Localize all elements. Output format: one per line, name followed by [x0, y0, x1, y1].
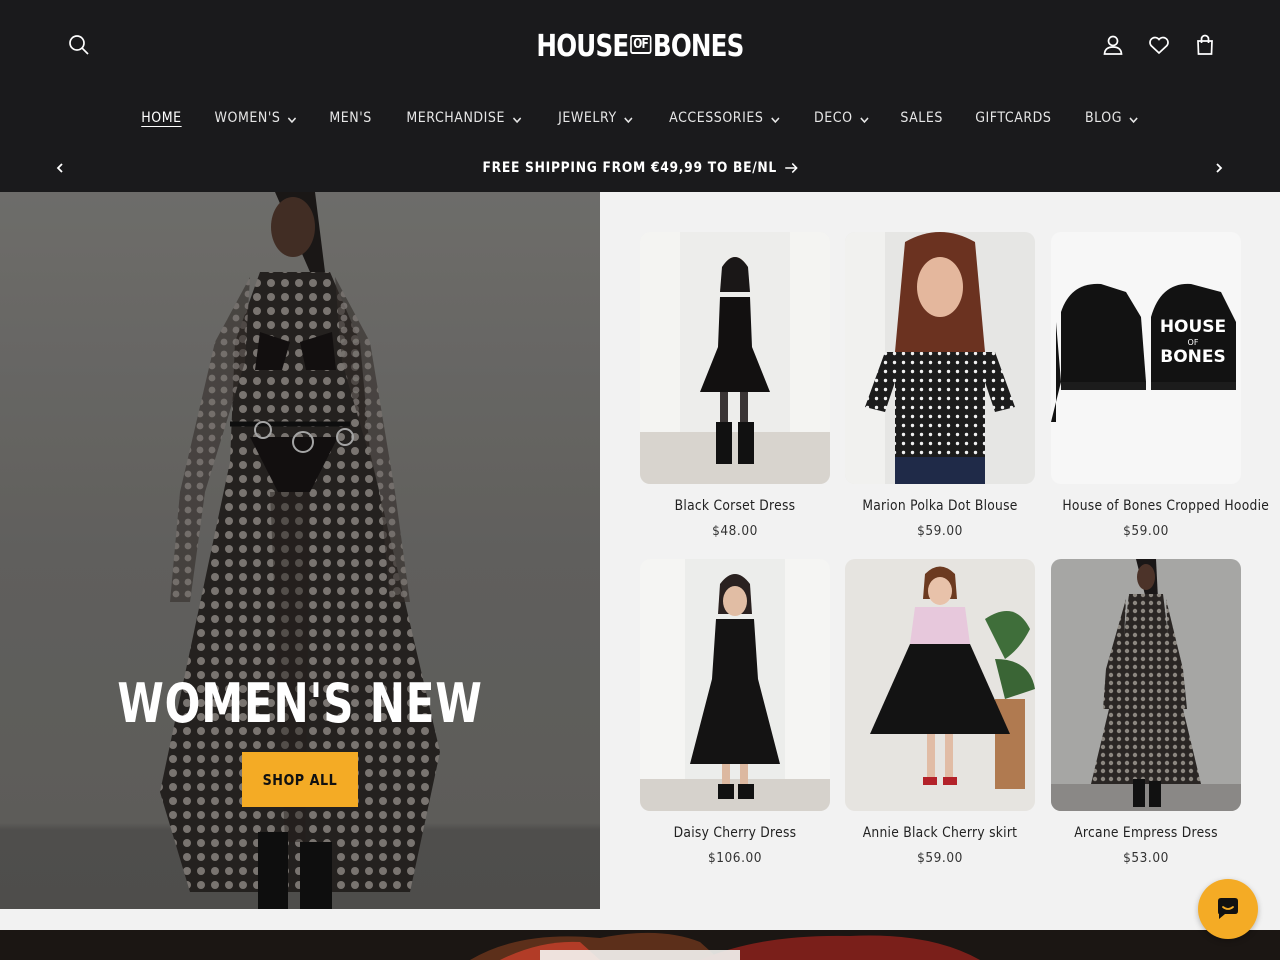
product-card[interactable]: Arcane Empress Dress $53.00 [1051, 559, 1241, 866]
nav-label: SALES [900, 110, 944, 126]
arrow-right-icon [784, 162, 798, 174]
product-image[interactable] [640, 559, 830, 811]
product-grid: Black Corset Dress $48.00 Marion Polka D… [600, 192, 1280, 909]
chevron-right-icon [1216, 163, 1223, 173]
site-header: HOUSE OF BONES [0, 0, 1280, 92]
product-price: $59.00 [1123, 523, 1169, 539]
svg-text:OF: OF [1188, 338, 1199, 347]
hero-banner: WOMEN'S NEW SHOP ALL [0, 192, 600, 909]
announcement-text: FREE SHIPPING FROM €49,99 TO BE/NL [482, 160, 777, 176]
chevron-down-icon [287, 113, 296, 124]
product-price: $106.00 [707, 850, 763, 866]
product-title[interactable]: Black Corset Dress [651, 498, 818, 514]
chevron-down-icon [770, 113, 779, 124]
product-card[interactable]: Annie Black Cherry skirt $59.00 [845, 559, 1035, 866]
product-price: $59.00 [917, 523, 963, 539]
nav-label: GIFTCARDS [975, 110, 1052, 126]
product-title[interactable]: Annie Black Cherry skirt [856, 825, 1023, 841]
product-card[interactable]: HOUSE OF BONES House of Bones Cropped Ho… [1051, 232, 1269, 539]
nav-item-accessories[interactable]: ACCESSORIES [657, 110, 791, 126]
search-icon[interactable] [62, 28, 96, 62]
nav-item-giftcards[interactable]: GIFTCARDS [964, 110, 1064, 126]
nav-label: BLOG [1085, 110, 1123, 126]
product-title[interactable]: House of Bones Cropped Hoodie [1062, 498, 1268, 514]
chevron-left-icon [56, 163, 63, 173]
product-card[interactable]: Marion Polka Dot Blouse $59.00 [845, 232, 1035, 539]
product-image[interactable] [640, 232, 830, 484]
nav-item-home[interactable]: HOME [129, 110, 193, 126]
product-price: $53.00 [1123, 850, 1169, 866]
nav-label: JEWELRY [557, 110, 617, 126]
chevron-down-icon [512, 113, 521, 124]
chevron-down-icon [1129, 113, 1138, 124]
chevron-down-icon [860, 113, 869, 124]
nav-item-blog[interactable]: BLOG [1073, 110, 1150, 126]
nav-item-jewelry[interactable]: JEWELRY [546, 110, 644, 126]
shop-all-button[interactable]: SHOP ALL [242, 752, 358, 807]
nav-label: ACCESSORIES [668, 110, 763, 126]
user-icon[interactable] [1096, 28, 1130, 62]
product-card[interactable]: Daisy Cherry Dress $106.00 [640, 559, 830, 866]
hero-title: WOMEN'S NEW [117, 672, 483, 735]
next-section-banner [0, 930, 1280, 960]
section-spacer [0, 909, 1280, 930]
svg-text:BONES: BONES [1160, 347, 1226, 367]
nav-label: MERCHANDISE [406, 110, 505, 126]
main-nav: HOME WOMEN'S MEN'S MERCHANDISE JEWELRY A… [0, 92, 1280, 144]
heart-icon[interactable] [1142, 28, 1176, 62]
nav-label: WOMEN'S [214, 110, 281, 126]
announcement-bar: FREE SHIPPING FROM €49,99 TO BE/NL [0, 144, 1280, 192]
previous-announcement-button[interactable] [50, 158, 70, 178]
nav-item-mens[interactable]: MEN'S [317, 110, 383, 126]
product-title[interactable]: Daisy Cherry Dress [651, 825, 818, 841]
cart-icon[interactable] [1188, 28, 1222, 62]
nav-item-womens[interactable]: WOMEN'S [202, 110, 307, 126]
shop-all-label: SHOP ALL [262, 770, 338, 789]
product-price: $48.00 [712, 523, 758, 539]
nav-label: DECO [814, 110, 853, 126]
next-announcement-button[interactable] [1209, 158, 1229, 178]
logo-text-house: HOUSE [536, 28, 629, 64]
chat-icon [1218, 898, 1238, 919]
product-card[interactable]: Black Corset Dress $48.00 [640, 232, 830, 539]
product-image[interactable] [845, 232, 1035, 484]
chevron-down-icon [623, 113, 633, 124]
logo-text-bones: BONES [652, 28, 744, 64]
nav-label: HOME [140, 110, 182, 126]
product-image[interactable] [1051, 559, 1241, 811]
site-logo[interactable]: HOUSE OF BONES [536, 22, 744, 70]
chat-button[interactable] [1198, 879, 1258, 939]
svg-text:HOUSE: HOUSE [1160, 317, 1226, 337]
logo-text-of: OF [629, 34, 652, 54]
nav-item-sales[interactable]: SALES [889, 110, 955, 126]
nav-label: MEN'S [329, 110, 372, 126]
announcement-link[interactable]: FREE SHIPPING FROM €49,99 TO BE/NL [482, 160, 798, 176]
nav-item-merchandise[interactable]: MERCHANDISE [395, 110, 533, 126]
product-title[interactable]: Marion Polka Dot Blouse [856, 498, 1023, 514]
product-image[interactable]: HOUSE OF BONES [1051, 232, 1241, 484]
product-title[interactable]: Arcane Empress Dress [1062, 825, 1229, 841]
product-price: $59.00 [917, 850, 963, 866]
product-image[interactable] [845, 559, 1035, 811]
nav-item-deco[interactable]: DECO [803, 110, 881, 126]
